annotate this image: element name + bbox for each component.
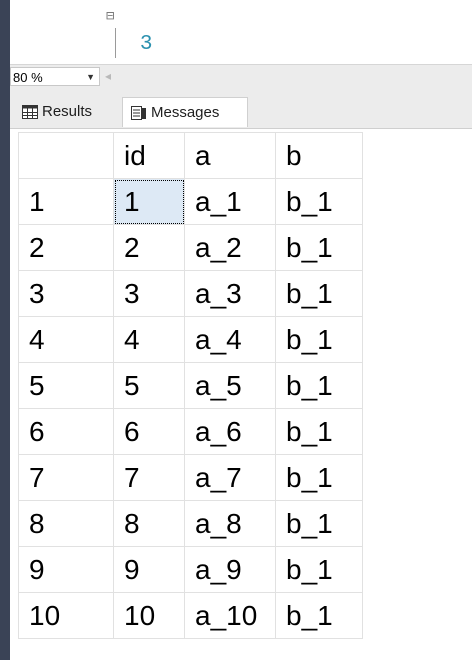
- row-number-cell[interactable]: 10: [18, 592, 114, 639]
- row-number-cell[interactable]: 1: [18, 178, 114, 225]
- table-row[interactable]: 3 3 a_3 b_1: [18, 270, 363, 317]
- tab-messages-label: Messages: [151, 104, 220, 121]
- cell-id[interactable]: 8: [113, 500, 185, 547]
- table-row[interactable]: 8 8 a_8 b_1: [18, 500, 363, 547]
- grid-corner-cell[interactable]: [18, 132, 114, 179]
- grid-icon: [22, 105, 38, 119]
- cell-a[interactable]: a_3: [184, 270, 276, 317]
- zoom-value: 80 %: [13, 70, 43, 85]
- column-header-b[interactable]: b: [275, 132, 363, 179]
- results-table: id a b 1 1 a_1 b_1 2 2 a_2 b_1 3 3 a_3 b_1 4 4 a_4 b_1 5…: [18, 132, 363, 639]
- cell-id[interactable]: 2: [113, 224, 185, 271]
- cell-a[interactable]: a_4: [184, 316, 276, 363]
- cell-b[interactable]: b_1: [275, 408, 363, 455]
- cell-b[interactable]: b_1: [275, 178, 363, 225]
- grid-header-row: id a b: [18, 132, 363, 179]
- cell-a[interactable]: a_9: [184, 546, 276, 593]
- query-editor[interactable]: 3 ⊟ SELECT * 4 FROM dbo.t1 WITH(NOLOCK): [10, 0, 472, 114]
- cell-a[interactable]: a_10: [184, 592, 276, 639]
- tab-results-label: Results: [42, 103, 93, 120]
- cell-id[interactable]: 1: [113, 178, 185, 225]
- cell-b[interactable]: b_1: [275, 316, 363, 363]
- messages-icon: [131, 106, 146, 120]
- table-row[interactable]: 6 6 a_6 b_1: [18, 408, 363, 455]
- cell-a[interactable]: a_1: [184, 178, 276, 225]
- cell-id[interactable]: 9: [113, 546, 185, 593]
- code-line-3[interactable]: 3 ⊟ SELECT *: [10, 3, 472, 112]
- row-number-cell[interactable]: 4: [18, 316, 114, 363]
- tab-messages[interactable]: Messages: [122, 97, 248, 127]
- cell-id[interactable]: 6: [113, 408, 185, 455]
- cell-b[interactable]: b_1: [275, 454, 363, 501]
- cell-a[interactable]: a_2: [184, 224, 276, 271]
- results-tabs: Results Messages: [10, 90, 472, 128]
- row-number-cell[interactable]: 6: [18, 408, 114, 455]
- cell-b[interactable]: b_1: [275, 224, 363, 271]
- cell-b[interactable]: b_1: [275, 362, 363, 409]
- collapse-icon[interactable]: ⊟: [106, 3, 114, 31]
- cell-a[interactable]: a_6: [184, 408, 276, 455]
- zoom-bar: 80 % ▼ ◂: [10, 64, 472, 91]
- row-number-cell[interactable]: 9: [18, 546, 114, 593]
- cell-b[interactable]: b_1: [275, 500, 363, 547]
- cell-a[interactable]: a_8: [184, 500, 276, 547]
- cell-b[interactable]: b_1: [275, 270, 363, 317]
- cell-id[interactable]: 4: [113, 316, 185, 363]
- row-number-cell[interactable]: 3: [18, 270, 114, 317]
- row-number-cell[interactable]: 8: [18, 500, 114, 547]
- chevron-down-icon[interactable]: ▼: [86, 68, 95, 87]
- window-frame-edge: [0, 0, 10, 660]
- results-grid[interactable]: id a b 1 1 a_1 b_1 2 2 a_2 b_1 3 3 a_3 b_1 4 4 a_4 b_1 5…: [10, 128, 472, 661]
- cell-a[interactable]: a_5: [184, 362, 276, 409]
- cell-b[interactable]: b_1: [275, 546, 363, 593]
- row-number-cell[interactable]: 2: [18, 224, 114, 271]
- row-number-cell[interactable]: 7: [18, 454, 114, 501]
- cell-a[interactable]: a_7: [184, 454, 276, 501]
- table-row[interactable]: 10 10 a_10 b_1: [18, 592, 363, 639]
- table-row[interactable]: 9 9 a_9 b_1: [18, 546, 363, 593]
- scroll-left-icon[interactable]: ◂: [105, 69, 111, 83]
- table-row[interactable]: 2 2 a_2 b_1: [18, 224, 363, 271]
- cell-b[interactable]: b_1: [275, 592, 363, 639]
- table-row[interactable]: 5 5 a_5 b_1: [18, 362, 363, 409]
- column-header-a[interactable]: a: [184, 132, 276, 179]
- cell-id[interactable]: 7: [113, 454, 185, 501]
- column-header-id[interactable]: id: [113, 132, 185, 179]
- cell-id[interactable]: 5: [113, 362, 185, 409]
- zoom-select[interactable]: 80 % ▼: [10, 67, 100, 86]
- table-row[interactable]: 7 7 a_7 b_1: [18, 454, 363, 501]
- row-number-cell[interactable]: 5: [18, 362, 114, 409]
- tab-results[interactable]: Results: [14, 97, 122, 127]
- table-row[interactable]: 1 1 a_1 b_1: [18, 178, 363, 225]
- table-row[interactable]: 4 4 a_4 b_1: [18, 316, 363, 363]
- cell-id[interactable]: 10: [113, 592, 185, 639]
- cell-id[interactable]: 3: [113, 270, 185, 317]
- code-line-4[interactable]: 4 FROM dbo.t1 WITH(NOLOCK): [10, 33, 472, 114]
